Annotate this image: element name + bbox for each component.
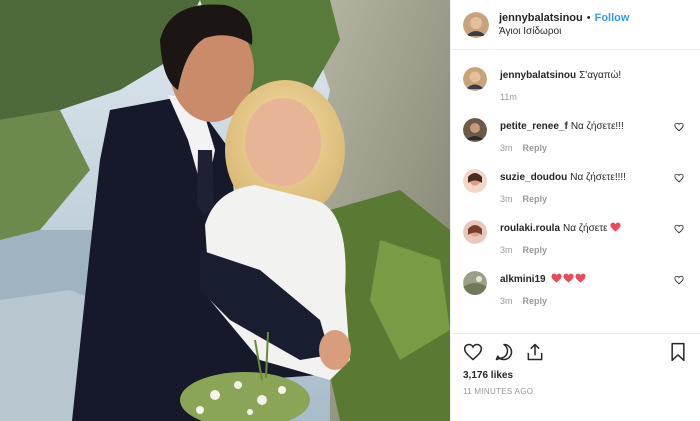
likes-count[interactable]: 3,176 likes — [463, 370, 688, 381]
wedding-photo-image — [0, 0, 450, 421]
heart-filled-icon — [575, 273, 586, 283]
post-photo[interactable] — [0, 0, 450, 421]
caption-text: Σ'αγαπώ! — [579, 70, 622, 81]
action-icons — [463, 342, 688, 362]
location-link[interactable]: Άγιοι Ισίδωροι — [499, 25, 629, 39]
separator-dot: • — [586, 11, 591, 24]
comment-icon[interactable] — [494, 342, 514, 362]
comment-time[interactable]: 3m — [500, 296, 513, 306]
post-header: jennybalatsinou • Follow Άγιοι Ισίδωροι — [451, 0, 700, 50]
caption-time[interactable]: 11m — [500, 92, 517, 102]
comments-list[interactable]: jennybalatsinou Σ'αγαπώ! 11m petite_renee… — [451, 50, 700, 333]
instagram-post: jennybalatsinou • Follow Άγιοι Ισίδωροι … — [0, 0, 700, 421]
heart-filled-icon — [610, 222, 621, 232]
caption: jennybalatsinou Σ'αγαπώ! 11m — [463, 67, 688, 102]
comment-text: Να ζήσετε!!!! — [570, 172, 626, 183]
heart-outline-icon[interactable] — [674, 122, 684, 132]
heart-outline-icon[interactable] — [674, 173, 684, 183]
caption-username[interactable]: jennybalatsinou — [500, 70, 576, 81]
comment-username[interactable]: suzie_doudou — [500, 172, 567, 183]
comment-text: Να ζήσετε!!! — [570, 121, 624, 132]
post-actions: 3,176 likes 11 MINUTES AGO — [451, 333, 700, 421]
comment-username[interactable]: alkmini19 — [500, 274, 546, 285]
comment-username[interactable]: roulaki.roula — [500, 223, 560, 234]
comment-time[interactable]: 3m — [500, 194, 513, 204]
heart-outline-icon[interactable] — [463, 342, 483, 362]
comment-item: roulaki.roula Να ζήσετε 3m Reply — [463, 220, 688, 255]
heart-outline-icon[interactable] — [674, 224, 684, 234]
heart-filled-icon — [563, 273, 574, 283]
reply-button[interactable]: Reply — [523, 194, 548, 204]
comment-item: alkmini19 3m Reply — [463, 271, 688, 306]
avatar[interactable] — [463, 271, 487, 295]
avatar[interactable] — [463, 220, 487, 244]
comment-username[interactable]: petite_renee_f — [500, 121, 568, 132]
avatar[interactable] — [463, 169, 487, 193]
username-link[interactable]: jennybalatsinou — [499, 11, 583, 25]
comment-item: petite_renee_f Να ζήσετε!!! 3m Reply — [463, 118, 688, 153]
comment-time[interactable]: 3m — [500, 143, 513, 153]
comment-text: Να ζήσετε — [563, 223, 608, 234]
follow-button[interactable]: Follow — [595, 11, 630, 25]
avatar[interactable] — [463, 118, 487, 142]
comment-time[interactable]: 3m — [500, 245, 513, 255]
share-icon[interactable] — [525, 342, 545, 362]
avatar[interactable] — [463, 67, 487, 91]
header-line: jennybalatsinou • Follow — [499, 11, 629, 25]
bookmark-icon[interactable] — [668, 342, 688, 362]
post-timestamp[interactable]: 11 MINUTES AGO — [463, 387, 688, 396]
heart-filled-icon — [551, 273, 562, 283]
reply-button[interactable]: Reply — [523, 143, 548, 153]
reply-button[interactable]: Reply — [523, 296, 548, 306]
post-side-panel: jennybalatsinou • Follow Άγιοι Ισίδωροι … — [450, 0, 700, 421]
reply-button[interactable]: Reply — [523, 245, 548, 255]
comment-item: suzie_doudou Να ζήσετε!!!! 3m Reply — [463, 169, 688, 204]
avatar[interactable] — [463, 11, 489, 38]
heart-outline-icon[interactable] — [674, 275, 684, 285]
header-text: jennybalatsinou • Follow Άγιοι Ισίδωροι — [499, 11, 629, 39]
